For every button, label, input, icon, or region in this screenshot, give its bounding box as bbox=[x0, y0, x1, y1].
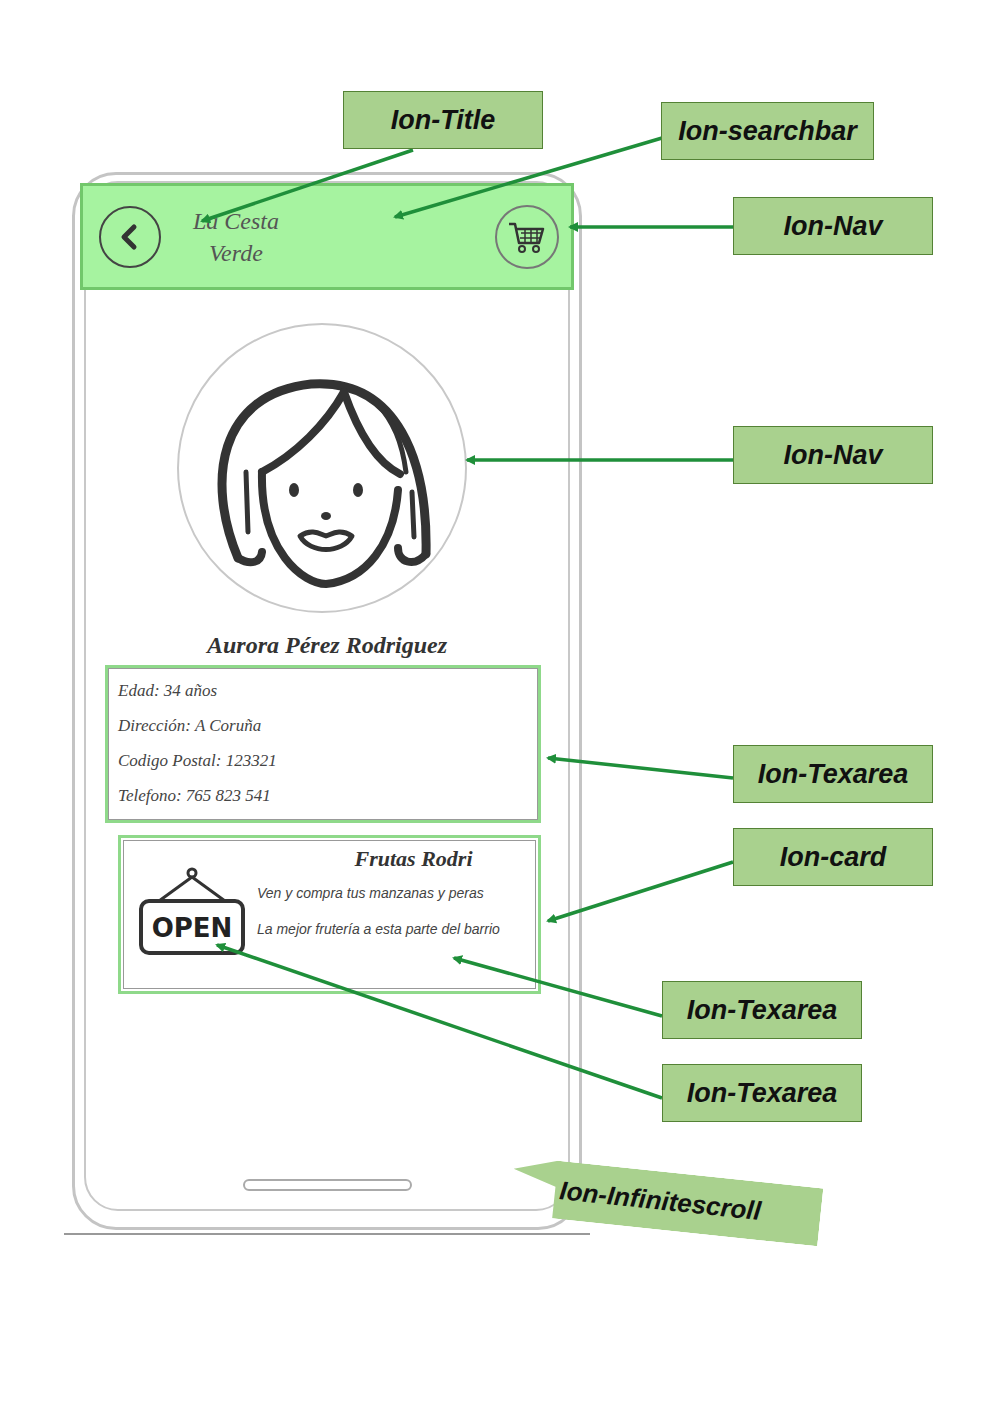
home-indicator bbox=[243, 1179, 412, 1191]
diagram: La Cesta Verde Aurora Pérez Rodriguez Edad… bbox=[0, 0, 992, 1403]
chevron-left-icon bbox=[115, 222, 145, 252]
annotation-arrow bbox=[548, 862, 733, 921]
annotation-arrow bbox=[217, 945, 662, 1098]
shop-card[interactable]: OPEN Frutas Rodri Ven y compra tus manzana… bbox=[118, 835, 541, 994]
phone-frame: La Cesta Verde Aurora Pérez Rodriguez Edad… bbox=[72, 172, 582, 1230]
annotation-label: Ion-Nav bbox=[733, 426, 933, 484]
avatar bbox=[176, 322, 468, 614]
card-text: La mejor frutería a esta parte del barri… bbox=[257, 914, 530, 944]
annotation-label: Ion-Texarea bbox=[662, 1064, 862, 1122]
header-bar: La Cesta Verde bbox=[80, 183, 574, 290]
annotation-arrow bbox=[467, 458, 733, 462]
detail-line: Telefono: 765 823 541 bbox=[118, 785, 528, 807]
profile-details[interactable]: Edad: 34 años Dirección: A Coruña Codigo P… bbox=[105, 665, 541, 823]
annotation-arrow bbox=[202, 150, 413, 221]
annotation-label: Ion-searchbar bbox=[661, 102, 874, 160]
annotation-label: Ion-card bbox=[733, 828, 933, 886]
profile-name: Aurora Pérez Rodriguez bbox=[207, 632, 447, 659]
annotation-arrow bbox=[454, 958, 662, 1016]
svg-text:OPEN: OPEN bbox=[152, 913, 233, 943]
card-title: Frutas Rodri bbox=[355, 846, 473, 872]
annotation-label: Ion-Nav bbox=[733, 197, 933, 255]
woman-face-icon bbox=[176, 322, 468, 614]
app-title: La Cesta Verde bbox=[181, 205, 291, 269]
open-sign: OPEN bbox=[137, 846, 247, 983]
annotation-arrow bbox=[395, 138, 662, 217]
annotation-label: Ion-Title bbox=[343, 91, 543, 149]
cart-button[interactable] bbox=[495, 205, 559, 269]
annotation-arrow bbox=[570, 225, 733, 229]
annotation-arrow bbox=[548, 758, 733, 778]
detail-line: Codigo Postal: 123321 bbox=[118, 750, 528, 772]
annotation-label: Ion-Texarea bbox=[733, 745, 933, 803]
annotation-label: Ion-Texarea bbox=[662, 981, 862, 1039]
back-button[interactable] bbox=[99, 206, 161, 268]
ground-line bbox=[64, 1233, 590, 1235]
detail-line: Dirección: A Coruña bbox=[118, 715, 528, 737]
card-body: Frutas Rodri Ven y compra tus manzanas y … bbox=[257, 846, 530, 983]
card-text: Ven y compra tus manzanas y peras bbox=[257, 878, 530, 908]
open-sign-icon: OPEN bbox=[137, 867, 247, 963]
phone-screen: La Cesta Verde Aurora Pérez Rodriguez Edad… bbox=[84, 181, 570, 1211]
cart-icon bbox=[507, 219, 547, 255]
detail-line: Edad: 34 años bbox=[118, 680, 528, 702]
